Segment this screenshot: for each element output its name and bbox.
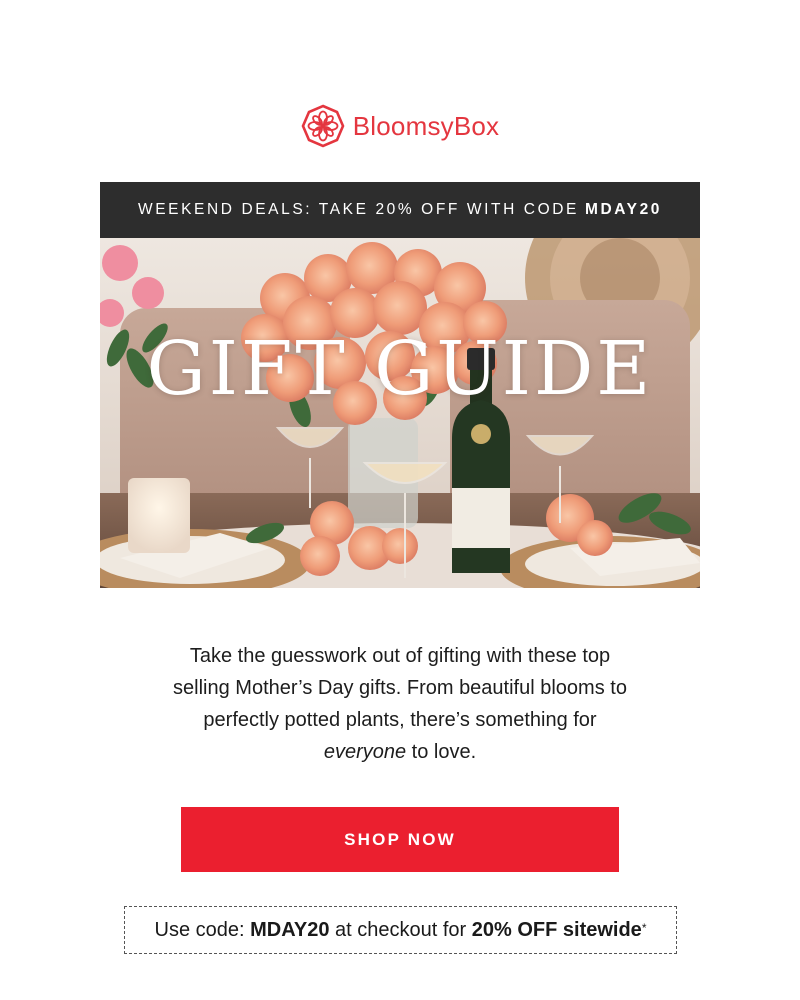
coupon-middle: at checkout for [335, 918, 467, 941]
brand-logo[interactable]: BloomsyBox [0, 102, 800, 150]
intro-text-emphasis: everyone [323, 741, 407, 763]
coupon-asterisk: * [641, 921, 647, 935]
coupon-code-box: Use code: MDAY20 at checkout for 20% OFF… [124, 906, 677, 954]
intro-text-start: Take the guesswork out of gifting with t… [173, 645, 627, 731]
promo-code: MDAY20 [584, 201, 663, 218]
intro-text-end: to love. [411, 741, 477, 763]
coupon-prefix: Use code: [154, 918, 245, 941]
hero-banner[interactable]: GIFT GUIDE [100, 238, 700, 588]
coupon-code: MDAY20 [250, 918, 330, 941]
promo-text: WEEKEND DEALS: TAKE 20% OFF WITH CODE [137, 201, 579, 218]
intro-text: Take the guesswork out of gifting with t… [160, 640, 640, 768]
hero-photo [100, 238, 700, 588]
coupon-offer: 20% OFF sitewide [471, 918, 642, 941]
hero-title: GIFT GUIDE [146, 326, 654, 412]
flower-badge-icon [301, 104, 345, 148]
shop-now-button[interactable]: SHOP NOW [181, 807, 619, 872]
promo-bar[interactable]: WEEKEND DEALS: TAKE 20% OFF WITH CODE MD… [100, 182, 700, 238]
brand-name: BloomsyBox [352, 110, 500, 141]
